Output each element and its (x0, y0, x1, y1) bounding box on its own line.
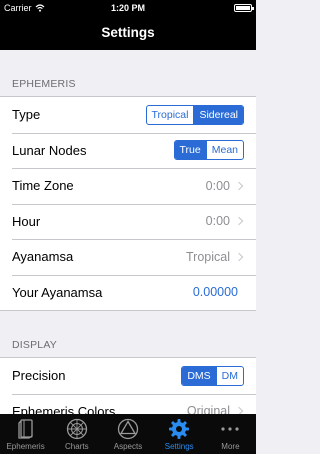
lunar-nodes-option-mean[interactable]: Mean (205, 141, 243, 160)
type-option-sidereal[interactable]: Sidereal (193, 105, 243, 124)
chevron-right-icon (234, 407, 244, 414)
tab-label: Charts (65, 442, 89, 451)
section-header-display: DISPLAY (12, 339, 57, 351)
row-lunar-nodes: Lunar Nodes True Mean (0, 132, 256, 169)
chevron-right-icon (234, 181, 244, 190)
precision-option-dms[interactable]: DMS (182, 366, 216, 385)
ephemeris-colors-value: Original (186, 404, 230, 414)
row-hour[interactable]: Hour 0:00 (0, 203, 256, 240)
row-time-zone[interactable]: Time Zone 0:00 (0, 168, 256, 204)
book-icon (17, 419, 33, 439)
ephemeris-colors-label: Ephemeris Colors (12, 403, 116, 414)
tab-more[interactable]: More (205, 414, 256, 454)
tab-label: More (221, 442, 240, 451)
type-label: Type (12, 107, 41, 123)
ayanamsa-value: Tropical (186, 249, 230, 264)
row-ayanamsa[interactable]: Ayanamsa Tropical (0, 239, 256, 275)
ephemeris-group: Type Tropical Sidereal Lunar Nodes True … (0, 96, 256, 311)
precision-option-dm[interactable]: DM (215, 366, 243, 385)
tab-charts[interactable]: Charts (51, 414, 102, 454)
tab-label: Settings (164, 442, 194, 451)
tab-settings[interactable]: Settings (154, 414, 205, 454)
lunar-nodes-option-true[interactable]: True (174, 141, 206, 160)
status-time: 1:20 PM (110, 3, 145, 13)
navigation-bar: Settings (0, 16, 256, 50)
precision-label: Precision (12, 368, 66, 384)
tab-ephemeris[interactable]: Ephemeris (0, 414, 51, 454)
chevron-right-icon (234, 217, 244, 226)
lunar-nodes-label: Lunar Nodes (12, 142, 87, 158)
page-title: Settings (101, 25, 155, 40)
wheel-icon (66, 418, 87, 440)
triangle-icon (117, 418, 139, 440)
more-icon (221, 427, 240, 431)
tab-label: Ephemeris (6, 442, 45, 451)
display-group: Precision DMS DM Ephemeris Colors Origin… (0, 357, 256, 414)
status-bar: Carrier 1:20 PM (0, 0, 256, 16)
ayanamsa-label: Ayanamsa (12, 249, 74, 265)
tab-bar: Ephemeris Charts Aspects Settings More (0, 414, 256, 454)
battery-icon (234, 4, 254, 12)
your-ayanamsa-value[interactable]: 0.00000 (193, 285, 238, 299)
your-ayanamsa-label: Your Ayanamsa (12, 284, 103, 300)
chevron-right-icon (234, 252, 244, 261)
time-zone-value: 0:00 (205, 178, 230, 193)
row-ephemeris-colors[interactable]: Ephemeris Colors Original (0, 393, 256, 414)
row-precision: Precision DMS DM (0, 358, 256, 394)
lunar-nodes-segmented-control[interactable]: True Mean (173, 140, 244, 161)
type-option-tropical[interactable]: Tropical (147, 106, 194, 124)
section-header-ephemeris: EPHEMERIS (12, 78, 76, 90)
tab-aspects[interactable]: Aspects (102, 414, 153, 454)
gear-icon (169, 419, 190, 439)
hour-value: 0:00 (205, 214, 230, 229)
hour-label: Hour (12, 213, 41, 229)
tab-label: Aspects (113, 442, 143, 451)
row-type: Type Tropical Sidereal (0, 97, 256, 133)
precision-segmented-control[interactable]: DMS DM (181, 365, 244, 386)
row-your-ayanamsa[interactable]: Your Ayanamsa 0.00000 (0, 274, 256, 311)
settings-table[interactable]: EPHEMERIS Type Tropical Sidereal Lunar N… (0, 50, 256, 414)
time-zone-label: Time Zone (12, 178, 74, 194)
type-segmented-control[interactable]: Tropical Sidereal (145, 104, 244, 125)
